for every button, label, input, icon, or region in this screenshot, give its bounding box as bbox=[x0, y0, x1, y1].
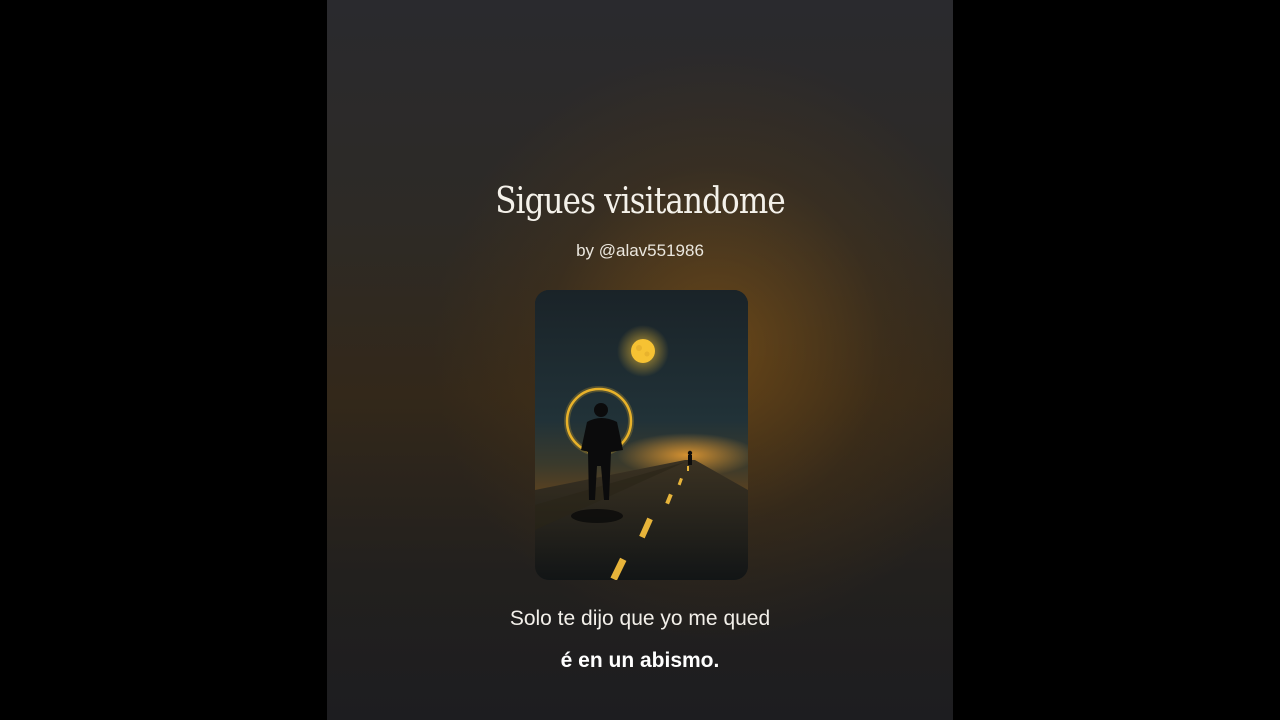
cover-art-image bbox=[535, 290, 748, 580]
lyric-line-highlighted: é en un abismo. bbox=[560, 649, 720, 672]
lyric-line-current: Solo te dijo que yo me qued bbox=[509, 607, 771, 630]
lyric-card: Sigues visitandome by @alav551986 Solo t… bbox=[327, 0, 953, 720]
video-frame: Sigues visitandome by @alav551986 Solo t… bbox=[0, 0, 1280, 720]
author-credit: by @alav551986 bbox=[576, 241, 704, 260]
song-title: Sigues visitandome bbox=[495, 181, 785, 222]
